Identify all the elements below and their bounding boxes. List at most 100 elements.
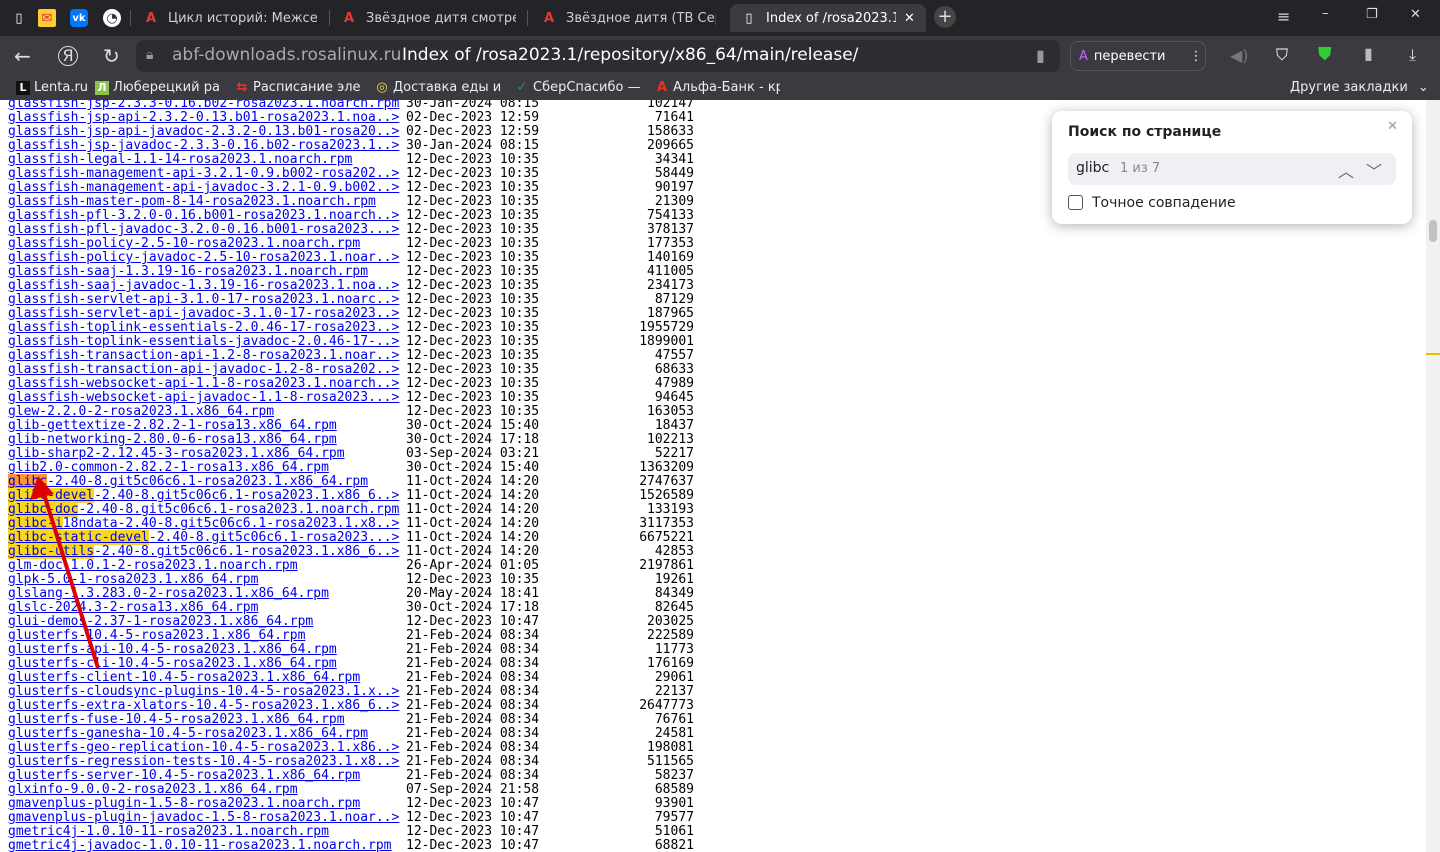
page-icon[interactable]: ▯ <box>10 9 28 27</box>
yandex-icon[interactable]: Я <box>58 46 78 66</box>
file-link[interactable]: glassfish-management-api-3.2.1-0.9.b002-… <box>8 166 399 181</box>
file-link[interactable]: glusterfs-geo-replication-10.4-5-rosa202… <box>8 740 399 755</box>
file-name: glassfish-legal-1.1-14-rosa2023.1.noarch… <box>8 152 353 167</box>
reload-icon[interactable]: ↻ <box>103 44 120 68</box>
file-link[interactable]: glibc-utils-2.40-8.git5c06c6.1-rosa2023.… <box>8 544 399 559</box>
file-link[interactable]: glassfish-jsp-api-javadoc-2.3.2-0.13.b01… <box>8 124 399 139</box>
tab-active[interactable]: ▯Index of /rosa2023.1/re✕ <box>730 4 926 32</box>
file-link[interactable]: glm-doc-1.0.1-2-rosa2023.1.noarch.rpm <box>8 558 298 573</box>
file-link[interactable]: glassfish-websocket-api-1.1-8-rosa2023.1… <box>8 376 399 391</box>
translate-button[interactable]: Aперевести ⋮ <box>1070 41 1206 71</box>
file-link[interactable]: glassfish-toplink-essentials-javadoc-2.0… <box>8 334 399 349</box>
file-link[interactable]: glassfish-jsp-api-2.3.2-0.13.b01-rosa202… <box>8 110 399 125</box>
file-link[interactable]: glxinfo-9.0.0-2-rosa2023.1.x86_64.rpm <box>8 782 298 797</box>
bookmark-lubertsy[interactable]: Л Люберецкий рай <box>95 80 221 95</box>
file-link[interactable]: glibc-i18ndata-2.40-8.git5c06c6.1-rosa20… <box>8 516 399 531</box>
file-link[interactable]: glassfish-servlet-api-javadoc-3.1.0-17-r… <box>8 306 399 321</box>
file-link[interactable]: gmavenplus-plugin-1.5-8-rosa2023.1.noarc… <box>8 796 360 811</box>
browser-icon[interactable]: ◔ <box>103 9 121 27</box>
file-link[interactable]: glassfish-legal-1.1-14-rosa2023.1.noarch… <box>8 152 352 167</box>
more-icon[interactable]: ⋮ <box>1189 49 1202 64</box>
file-link[interactable]: glusterfs-ganesha-10.4-5-rosa2023.1.x86_… <box>8 726 368 741</box>
mail-icon[interactable]: ✉ <box>38 9 56 27</box>
file-link[interactable]: glusterfs-extra-xlators-10.4-5-rosa2023.… <box>8 698 399 713</box>
file-link[interactable]: glassfish-websocket-api-javadoc-1.1-8-ro… <box>8 390 399 405</box>
menu-icon[interactable]: ≡ <box>1277 7 1290 26</box>
table-row: glibc-doc-2.40-8.git5c06c6.1-rosa2023.1.… <box>8 502 698 517</box>
close-tab-icon[interactable]: ✕ <box>904 11 915 26</box>
file-link[interactable]: glusterfs-api-10.4-5-rosa2023.1.x86_64.r… <box>8 642 337 657</box>
close-icon[interactable]: ✕ <box>1387 119 1398 134</box>
find-input[interactable]: glibc 1 из 7 ︿ ﹀ <box>1068 153 1396 185</box>
file-link[interactable]: glib-sharp2-2.12.45-3-rosa2023.1.x86_64.… <box>8 446 345 461</box>
table-row: glusterfs-geo-replication-10.4-5-rosa202… <box>8 741 698 755</box>
file-link[interactable]: glibc-static-devel-2.40-8.git5c06c6.1-ro… <box>8 530 399 545</box>
chevron-up-icon[interactable]: ︿ <box>1338 158 1354 182</box>
file-size: 94645 <box>654 390 694 405</box>
file-link[interactable]: glib-networking-2.80.0-6-rosa13.x86_64.r… <box>8 432 337 447</box>
file-link[interactable]: glslang-1.3.283.0-2-rosa2023.1.x86_64.rp… <box>8 586 329 601</box>
scrollbar-thumb[interactable] <box>1429 220 1437 242</box>
tab-1[interactable]: AЦикл историй: Межсезон <box>132 4 328 32</box>
sber-icon: ✓ <box>516 80 528 95</box>
file-link[interactable]: glassfish-policy-2.5-10-rosa2023.1.noarc… <box>8 236 360 251</box>
file-link[interactable]: glpk-5.0-1-rosa2023.1.x86_64.rpm <box>8 572 258 587</box>
file-link[interactable]: gmetric4j-1.0.10-11-rosa2023.1.noarch.rp… <box>8 824 329 839</box>
back-icon[interactable]: ← <box>14 44 31 68</box>
file-link[interactable]: glassfish-policy-javadoc-2.5-10-rosa2023… <box>8 250 399 265</box>
tab-2[interactable]: AЗвёздное дитя смотреть <box>330 4 526 32</box>
table-row: glew-2.2.0-2-rosa2023.1.x86_64.rpm 12-Dec… <box>8 405 698 419</box>
bookmark-lenta[interactable]: L Lenta.ru <box>16 80 92 95</box>
tab-3[interactable]: AЗвёздное дитя (ТВ Сериал <box>530 4 726 32</box>
file-link[interactable]: glassfish-servlet-api-3.1.0-17-rosa2023.… <box>8 292 399 307</box>
file-link[interactable]: glslc-2024.3-2-rosa13.x86_64.rpm <box>8 600 258 615</box>
file-link[interactable]: glassfish-saaj-1.3.19-16-rosa2023.1.noar… <box>8 264 368 279</box>
minimize-icon[interactable]: – <box>1322 6 1329 21</box>
file-link[interactable]: glassfish-transaction-api-javadoc-1.2-8-… <box>8 362 399 377</box>
file-link[interactable]: glassfish-pfl-javadoc-3.2.0-0.16.b001-ro… <box>8 222 399 237</box>
bookmark-icon[interactable]: ▮ <box>1036 46 1045 65</box>
download-icon[interactable]: ⤓ <box>1409 45 1416 65</box>
file-link[interactable]: gmavenplus-plugin-javadoc-1.5-8-rosa2023… <box>8 810 399 825</box>
bookmark-sberspasibo[interactable]: ✓ СберСпасибо — С <box>515 80 643 95</box>
file-link[interactable]: glew-2.2.0-2-rosa2023.1.x86_64.rpm <box>8 404 274 419</box>
file-link[interactable]: glassfish-saaj-javadoc-1.3.19-16-rosa202… <box>8 278 399 293</box>
exact-match-checkbox[interactable] <box>1068 195 1083 210</box>
bookmark-schedule[interactable]: ⇆Расписание элект <box>235 80 360 95</box>
file-link[interactable]: glusterfs-server-10.4-5-rosa2023.1.x86_6… <box>8 768 360 783</box>
file-name: gmavenplus-plugin-1.5-8-rosa2023.1.noarc… <box>8 796 361 811</box>
bookmark-alfabank[interactable]: AАльфа-Банк - кре <box>655 80 780 95</box>
chevron-down-icon[interactable]: ﹀ <box>1366 158 1382 182</box>
file-link[interactable]: glusterfs-10.4-5-rosa2023.1.x86_64.rpm <box>8 628 305 643</box>
collections-icon[interactable]: ▮ <box>1364 44 1373 63</box>
file-link[interactable]: glibc-devel-2.40-8.git5c06c6.1-rosa2023.… <box>8 488 399 503</box>
other-bookmarks[interactable]: Другие закладки ⌄ <box>1290 80 1429 95</box>
file-link[interactable]: glassfish-management-api-javadoc-3.2.1-0… <box>8 180 399 195</box>
adblock-icon[interactable]: ⛉ <box>1276 45 1288 65</box>
bookmark-delivery[interactable]: ◎ Доставка еды и п <box>375 80 503 95</box>
file-link[interactable]: glui-demos-2.37-1-rosa2023.1.x86_64.rpm <box>8 614 313 629</box>
file-link[interactable]: glib2.0-common-2.82.2-1-rosa13.x86_64.rp… <box>8 460 329 475</box>
file-link[interactable]: glusterfs-fuse-10.4-5-rosa2023.1.x86_64.… <box>8 712 345 727</box>
restore-icon[interactable]: ❐ <box>1366 7 1378 22</box>
new-tab-button[interactable]: + <box>934 6 956 28</box>
file-name: glassfish-jsp-api-javadoc-2.3.2-0.13.b01… <box>8 124 400 139</box>
file-link[interactable]: glassfish-master-pom-8-14-rosa2023.1.noa… <box>8 194 376 209</box>
close-window-icon[interactable]: ✕ <box>1410 7 1421 22</box>
file-link[interactable]: glib-gettextize-2.82.2-1-rosa13.x86_64.r… <box>8 418 337 433</box>
file-link[interactable]: glusterfs-regression-tests-10.4-5-rosa20… <box>8 754 399 769</box>
file-link[interactable]: gmetric4j-javadoc-1.0.10-11-rosa2023.1.n… <box>8 838 392 852</box>
file-link[interactable]: glassfish-transaction-api-1.2-8-rosa2023… <box>8 348 399 363</box>
file-link[interactable]: glassfish-toplink-essentials-2.0.46-17-r… <box>8 320 399 335</box>
scrollbar[interactable] <box>1426 100 1440 852</box>
vk-icon[interactable]: vk <box>70 9 88 27</box>
file-link[interactable]: glusterfs-client-10.4-5-rosa2023.1.x86_6… <box>8 670 360 685</box>
file-link[interactable]: glusterfs-cli-10.4-5-rosa2023.1.x86_64.r… <box>8 656 337 671</box>
file-link[interactable]: glassfish-jsp-javadoc-2.3.3-0.16.b02-ros… <box>8 138 399 153</box>
file-link[interactable]: glibc-doc-2.40-8.git5c06c6.1-rosa2023.1.… <box>8 502 399 517</box>
file-link[interactable]: glassfish-pfl-3.2.0-0.16.b001-rosa2023.1… <box>8 208 399 223</box>
file-link[interactable]: glusterfs-cloudsync-plugins-10.4-5-rosa2… <box>8 684 399 699</box>
audio-icon[interactable]: ◀) <box>1230 46 1249 65</box>
file-link[interactable]: glibc-2.40-8.git5c06c6.1-rosa2023.1.x86_… <box>8 474 368 489</box>
protect-icon[interactable]: ⛊ <box>1318 44 1332 65</box>
